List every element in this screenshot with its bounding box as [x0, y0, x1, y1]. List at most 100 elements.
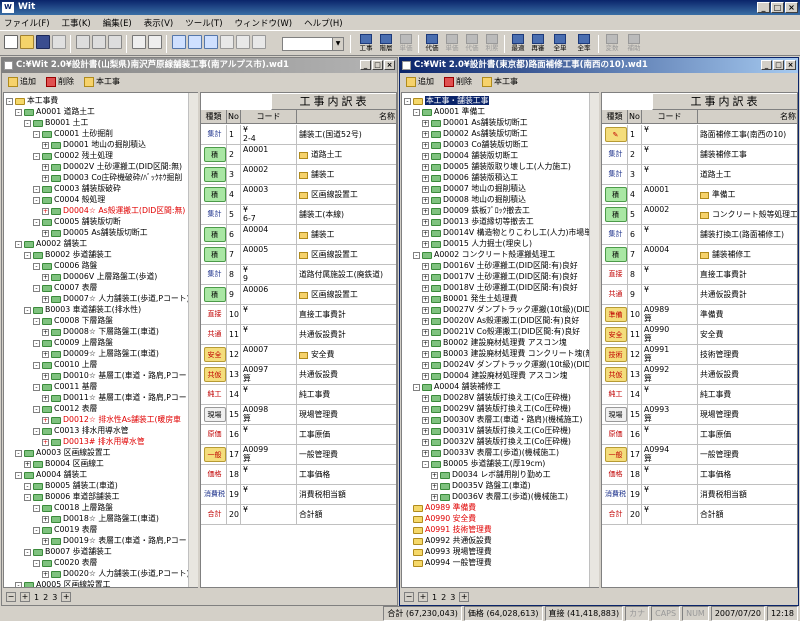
- tree-node[interactable]: - B0001 土工: [24, 117, 88, 128]
- row-kind-badge[interactable]: 直接: [204, 307, 226, 322]
- row-kind-badge[interactable]: ✎: [604, 127, 627, 142]
- tree-node[interactable]: - C0020 表層: [33, 557, 97, 568]
- collapse-icon[interactable]: -: [33, 262, 40, 270]
- expand-icon[interactable]: +: [20, 592, 30, 602]
- table-row[interactable]: 純工 14 ¥ 純工事費: [602, 385, 797, 405]
- collapse-icon[interactable]: -: [33, 218, 40, 226]
- collapse-icon[interactable]: -: [33, 317, 40, 325]
- column-no[interactable]: No: [628, 110, 642, 123]
- expand-icon[interactable]: +: [42, 141, 49, 149]
- expand-icon[interactable]: +: [42, 394, 49, 402]
- toolbar-button-riruiki[interactable]: 利累: [482, 34, 502, 54]
- expand-icon[interactable]: +: [422, 196, 429, 204]
- collapse-icon[interactable]: -: [33, 383, 40, 391]
- sort-icon[interactable]: [220, 35, 234, 49]
- row-code[interactable]: A0989 算: [642, 305, 698, 324]
- table-row[interactable]: 積 5 A0002 コンクリート殻等処理工: [602, 205, 797, 225]
- tree-node[interactable]: + D0015 人力掘士(埋戻し): [422, 238, 532, 249]
- main-construction-button[interactable]: 本工事: [482, 76, 518, 87]
- tree-node[interactable]: + D0032V 舗装版打換え工(Co圧砕機): [422, 436, 571, 447]
- row-kind-badge[interactable]: 消費税: [204, 487, 226, 502]
- table-row[interactable]: 積 9 A0006 区画線設置工: [201, 285, 396, 305]
- collapse-icon[interactable]: -: [24, 493, 31, 501]
- row-kind-badge[interactable]: 技術: [604, 347, 627, 362]
- expand-icon[interactable]: +: [422, 317, 429, 325]
- tree-node[interactable]: + D0002 As舗装版切断工: [422, 128, 528, 139]
- collapse-icon[interactable]: -: [33, 339, 40, 347]
- right-tree-view[interactable]: - 本工事・舗装工事 - A0001 準備工 + D0001 As舗装版切断工 + D0002…: [401, 92, 599, 588]
- collapse-icon[interactable]: -: [24, 119, 31, 127]
- row-kind-badge[interactable]: 純工: [204, 387, 226, 402]
- toolbar-button-hojo[interactable]: 補助: [624, 34, 644, 54]
- expand-icon[interactable]: +: [422, 416, 429, 424]
- row-code[interactable]: ¥: [241, 385, 297, 404]
- tree-node[interactable]: - A0002 舗装工: [15, 238, 87, 249]
- collapse-icon[interactable]: -: [24, 548, 31, 556]
- row-code[interactable]: A0004: [642, 245, 698, 264]
- tree-node[interactable]: - C0002 残土処理: [33, 150, 113, 161]
- expand-icon[interactable]: +: [422, 174, 429, 182]
- tree-node[interactable]: + B0002 建設廃材処理費 アスコン塊: [422, 337, 567, 348]
- tree-node[interactable]: + D0018☆ 上層路盤工(車道): [42, 513, 159, 524]
- column-kind[interactable]: 種類: [201, 110, 227, 123]
- collapse-icon[interactable]: -: [15, 471, 22, 479]
- tree-node[interactable]: + D0009☆ 上層路盤工(車道): [42, 348, 159, 359]
- delete-button[interactable]: 削除: [444, 76, 472, 87]
- right-tree-scrollbar[interactable]: [589, 93, 599, 587]
- collapse-icon[interactable]: -: [15, 581, 22, 587]
- collapse-icon[interactable]: -: [33, 526, 40, 534]
- row-kind-badge[interactable]: 積: [604, 207, 627, 222]
- expand-icon[interactable]: +: [422, 372, 429, 380]
- table-row[interactable]: 価格 18 ¥ 工事価格: [201, 465, 396, 485]
- table-row[interactable]: 共仮 13 A0097 算共通仮設費: [201, 365, 396, 385]
- row-code[interactable]: ¥: [642, 225, 698, 244]
- row-code[interactable]: A0994 算: [642, 445, 698, 464]
- close-button[interactable]: ×: [785, 2, 798, 13]
- tree-node[interactable]: A0992 共通仮設費: [413, 535, 492, 546]
- toolbar-button-zenritsu[interactable]: 全率: [574, 34, 594, 54]
- table-row[interactable]: 直接 10 ¥ 直接工事費計: [201, 305, 396, 325]
- folder-icon[interactable]: [700, 251, 709, 259]
- row-kind-badge[interactable]: 積: [203, 227, 226, 242]
- expand-icon[interactable]: +: [42, 207, 49, 215]
- collapse-icon[interactable]: -: [33, 185, 40, 193]
- row-code[interactable]: ¥: [241, 305, 297, 324]
- add-page-icon[interactable]: +: [61, 592, 72, 602]
- collapse-icon[interactable]: -: [33, 284, 40, 292]
- tree-node[interactable]: - A0005 区画線設置工: [15, 579, 110, 587]
- column-name[interactable]: 名称: [297, 110, 396, 123]
- row-code[interactable]: A0003: [241, 185, 297, 204]
- add-button[interactable]: 追加: [406, 76, 434, 87]
- maximize-icon[interactable]: □: [372, 60, 383, 70]
- tree-node[interactable]: + B0004 区画線工: [24, 458, 104, 469]
- tree-node[interactable]: - C0001 土砂掘削: [33, 128, 113, 139]
- menu-edit[interactable]: 編集(E): [103, 17, 132, 29]
- expand-icon[interactable]: +: [422, 240, 429, 248]
- close-icon[interactable]: ×: [785, 60, 796, 70]
- table-row[interactable]: 積 3 A0002 舗装工: [201, 165, 396, 185]
- expand-icon[interactable]: +: [422, 273, 429, 281]
- add-page-icon[interactable]: +: [459, 592, 470, 602]
- row-kind-badge[interactable]: 原価: [605, 427, 627, 442]
- page-tab-2[interactable]: 2: [441, 593, 446, 602]
- expand-icon[interactable]: +: [422, 394, 429, 402]
- undo-icon[interactable]: [108, 35, 122, 49]
- row-kind-badge[interactable]: 一般: [604, 447, 627, 462]
- row-kind-badge[interactable]: 集計: [204, 267, 226, 282]
- row-code[interactable]: A0991 算: [642, 345, 698, 364]
- expand-icon[interactable]: +: [422, 306, 429, 314]
- page-tab-2[interactable]: 2: [43, 593, 48, 602]
- expand-icon[interactable]: +: [42, 438, 49, 446]
- collapse-icon[interactable]: -: [413, 108, 420, 116]
- row-kind-badge[interactable]: 集計: [605, 227, 627, 242]
- delete-row-icon[interactable]: [188, 35, 202, 49]
- tree-node[interactable]: A0990 安全費: [413, 513, 476, 524]
- expand-icon[interactable]: +: [422, 229, 429, 237]
- expand-icon[interactable]: +: [42, 372, 49, 380]
- table-row[interactable]: 価格 18 ¥ 工事価格: [602, 465, 797, 485]
- collapse-icon[interactable]: -: [33, 130, 40, 138]
- row-code[interactable]: ¥: [642, 465, 698, 484]
- print-icon[interactable]: [132, 35, 146, 49]
- tree-node[interactable]: + D0017V 土砂運搬工(DID区間:有)良好: [422, 271, 578, 282]
- tree-node[interactable]: + D0001 As舗装版切断工: [422, 117, 528, 128]
